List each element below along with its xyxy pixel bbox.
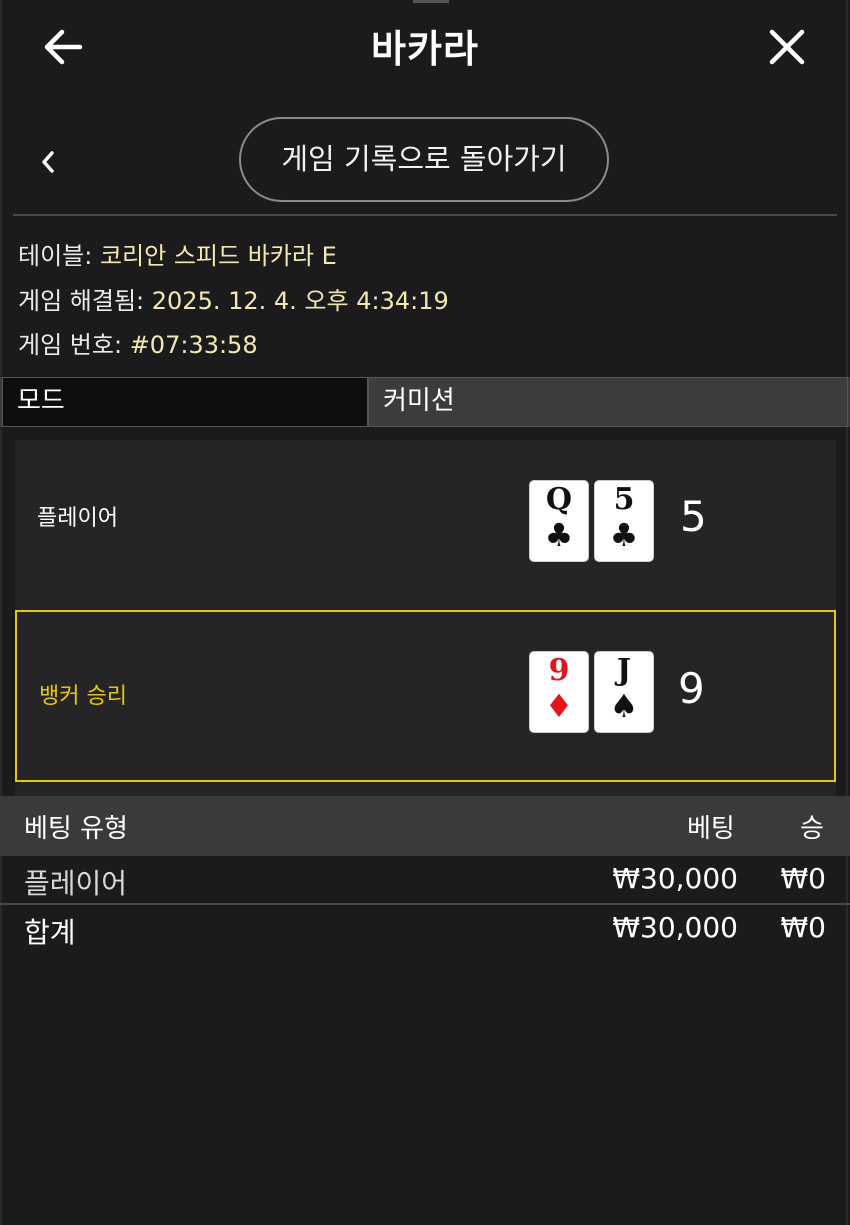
table-info: 테이블: 코리안 스피드 바카라 E <box>18 236 337 271</box>
column-header-bet: 베팅 <box>687 814 735 844</box>
player-label: 플레이어 <box>37 506 118 531</box>
total-label: 합계 <box>24 916 76 949</box>
sub-navigation: 게임 기록으로 돌아가기 <box>0 117 850 205</box>
tab-mode[interactable]: 모드 <box>2 377 368 427</box>
spade-suit-icon: ♠ <box>609 687 639 725</box>
game-number-label: 게임 번호: <box>18 331 123 359</box>
column-header-win: 승 <box>800 814 824 844</box>
total-bet-amount: ₩30,000 <box>612 911 738 944</box>
total-row: 합계 ₩30,000 ₩0 <box>0 905 850 951</box>
game-number-value: #07:33:58 <box>129 331 258 359</box>
tab-commission[interactable]: 커미션 <box>368 377 848 427</box>
banker-hand-row: 뱅커 승리 9 ♦ J ♠ 9 <box>15 610 836 782</box>
playing-card: 5 ♣ <box>595 481 653 561</box>
card-rank: 9 <box>548 653 570 688</box>
table-row: 플레이어 ₩30,000 ₩0 <box>0 856 850 902</box>
bet-type-cell: 플레이어 <box>24 867 128 900</box>
back-to-history-button[interactable]: 게임 기록으로 돌아가기 <box>239 117 609 202</box>
player-score: 5 <box>680 492 707 541</box>
resolved-value: 2025. 12. 4. 오후 4:34:19 <box>151 287 449 315</box>
card-rank: J <box>616 653 632 688</box>
chevron-left-icon[interactable] <box>38 147 58 177</box>
game-number-info: 게임 번호: #07:33:58 <box>18 325 258 360</box>
close-icon[interactable] <box>766 26 808 68</box>
bet-amount-cell: ₩30,000 <box>612 862 738 895</box>
card-rank: Q <box>545 482 573 517</box>
total-win-amount: ₩0 <box>780 911 827 944</box>
banker-score: 9 <box>678 664 705 713</box>
table-label: 테이블: <box>18 242 93 270</box>
banker-win-label: 뱅커 승리 <box>39 684 127 709</box>
resolved-label: 게임 해결됨: <box>18 287 145 315</box>
club-suit-icon: ♣ <box>609 516 639 554</box>
playing-card: Q ♣ <box>530 481 588 561</box>
playing-card: 9 ♦ <box>530 652 588 732</box>
table-value: 코리안 스피드 바카라 E <box>99 242 337 270</box>
club-suit-icon: ♣ <box>544 516 574 554</box>
win-amount-cell: ₩0 <box>780 862 827 895</box>
resolved-info: 게임 해결됨: 2025. 12. 4. 오후 4:34:19 <box>18 281 449 316</box>
game-outcome-panel: 플레이어 Q ♣ 5 ♣ 5 뱅커 승리 9 ♦ J ♠ 9 <box>15 440 836 796</box>
diamond-suit-icon: ♦ <box>544 687 574 725</box>
playing-card: J ♠ <box>595 652 653 732</box>
column-header-bet-type: 베팅 유형 <box>24 814 128 844</box>
player-hand-row: 플레이어 Q ♣ 5 ♣ 5 <box>15 440 836 610</box>
card-rank: 5 <box>613 482 635 517</box>
divider <box>13 214 837 216</box>
page-title: 바카라 <box>371 27 479 71</box>
header: 바카라 <box>0 0 850 95</box>
mode-tabs: 모드 커미션 <box>0 377 850 427</box>
bets-table-header: 베팅 유형 베팅 승 <box>0 796 850 856</box>
